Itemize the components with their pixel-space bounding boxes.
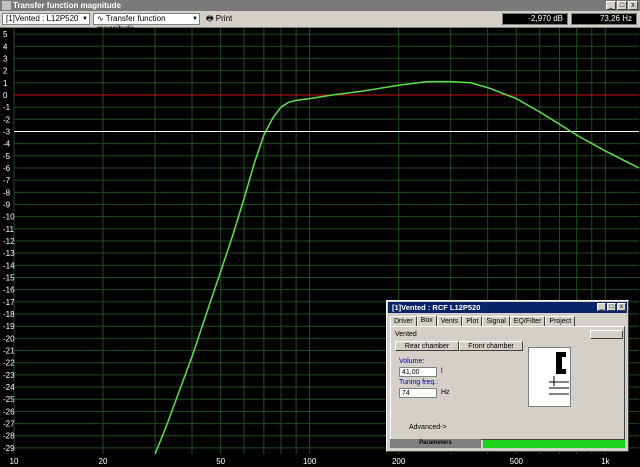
front-chamber-button[interactable]: Front chamber — [459, 341, 523, 351]
y-tick-label: 3 — [3, 54, 8, 63]
vented-box-dialog: [1]Vented : RCF L12P520 _ □ x Driver Box… — [386, 300, 629, 452]
advanced-link[interactable]: Advanced-> — [409, 424, 447, 431]
waveform-icon: ∿ — [97, 14, 106, 23]
chevron-down-icon: ▼ — [82, 16, 88, 22]
y-tick-label: -21 — [3, 347, 15, 356]
minimize-icon[interactable]: _ — [597, 303, 606, 311]
progress-bar — [483, 440, 625, 448]
box-diagram-svg — [549, 352, 569, 395]
volume-unit: l — [441, 368, 443, 375]
tuning-unit: Hz — [441, 389, 450, 396]
y-tick-label: -28 — [3, 432, 15, 441]
window-title: Transfer function magnitude — [13, 1, 122, 10]
box-type-label: Vented — [395, 331, 417, 338]
y-tick-label: -27 — [3, 420, 15, 429]
print-label: Print — [215, 14, 233, 23]
y-tick-label: -22 — [3, 359, 15, 368]
volume-label: Volume: — [399, 358, 425, 365]
x-tick-label: 50 — [216, 457, 225, 466]
dialog-title: [1]Vented : RCF L12P520 — [388, 302, 627, 313]
y-tick-label: -13 — [3, 249, 15, 258]
box-diagram — [528, 347, 571, 407]
window-controls: _ □ x — [606, 1, 638, 10]
print-button[interactable]: 🖶 Print — [206, 13, 232, 25]
y-tick-label: 1 — [3, 79, 8, 88]
y-tick-label: -23 — [3, 371, 15, 380]
y-tick-label: -2 — [3, 115, 11, 124]
chevron-down-icon: ▼ — [192, 16, 198, 22]
y-tick-label: -14 — [3, 261, 15, 270]
y-tick-label: -3 — [3, 127, 11, 136]
y-tick-label: -18 — [3, 310, 15, 319]
y-tick-label: 4 — [3, 42, 8, 51]
y-tick-label: -5 — [3, 152, 11, 161]
y-tick-label: -4 — [3, 140, 11, 149]
toolbar: [1]Vented : L12P520 ▼ ∿ Transfer functio… — [0, 11, 640, 33]
rear-chamber-button[interactable]: Rear chamber — [395, 341, 459, 351]
volume-input[interactable]: 41,00 — [399, 367, 437, 377]
x-tick-label: 20 — [99, 457, 108, 466]
y-tick-label: 2 — [3, 67, 8, 76]
x-tick-label: 200 — [392, 457, 406, 466]
parameters-status: Parameters — [390, 439, 481, 448]
y-tick-label: -8 — [3, 188, 11, 197]
y-tick-label: -19 — [3, 322, 15, 331]
maximize-icon[interactable]: □ — [617, 1, 627, 10]
y-tick-label: 0 — [3, 91, 8, 100]
hz-readout: 73,26 Hz — [571, 13, 637, 25]
minimize-icon[interactable]: _ — [606, 1, 616, 10]
y-tick-label: -15 — [3, 274, 15, 283]
x-tick-label: 10 — [10, 457, 19, 466]
y-tick-label: 5 — [3, 30, 8, 39]
y-tick-label: -12 — [3, 237, 15, 246]
y-tick-label: -17 — [3, 298, 15, 307]
y-tick-label: -20 — [3, 334, 15, 343]
x-tick-label: 500 — [510, 457, 524, 466]
dialog-tabs: Driver Box Vents Plot Signal EQ/Filter P… — [390, 315, 576, 327]
y-tick-label: -16 — [3, 286, 15, 295]
y-tick-label: -24 — [3, 383, 15, 392]
db-readout: -2,970 dB — [502, 13, 568, 25]
y-tick-label: -10 — [3, 213, 15, 222]
x-tick-label: 100 — [303, 457, 317, 466]
y-tick-label: -1 — [3, 103, 11, 112]
close-icon[interactable]: x — [628, 1, 638, 10]
close-icon[interactable]: x — [617, 303, 626, 311]
box-panel: Vented Rear chamber Front chamber Volume… — [390, 326, 625, 440]
x-tick-label: 1k — [601, 457, 610, 466]
app-icon — [2, 1, 11, 10]
y-tick-label: -25 — [3, 395, 15, 404]
tuning-label: Tuning freq.: — [399, 379, 439, 386]
y-tick-label: -26 — [3, 407, 15, 416]
box-type-button[interactable] — [590, 330, 623, 339]
tuning-input[interactable]: 74 — [399, 388, 437, 398]
maximize-icon[interactable]: □ — [607, 303, 616, 311]
driver-select[interactable]: [1]Vented : L12P520 ▼ — [2, 13, 90, 25]
driver-select-value: [1]Vented : L12P520 — [6, 14, 79, 23]
y-tick-label: -9 — [3, 200, 11, 209]
printer-icon: 🖶 — [206, 14, 214, 23]
status-bar: Parameters — [390, 439, 625, 448]
y-tick-label: -7 — [3, 176, 11, 185]
y-tick-label: -11 — [3, 225, 15, 234]
view-select[interactable]: ∿ Transfer function magnitude ▼ — [93, 13, 200, 33]
dialog-controls: _ □ x — [597, 303, 626, 311]
y-tick-label: -6 — [3, 164, 11, 173]
title-bar: Transfer function magnitude _ □ x — [0, 0, 640, 11]
y-tick-label: -29 — [3, 444, 15, 453]
